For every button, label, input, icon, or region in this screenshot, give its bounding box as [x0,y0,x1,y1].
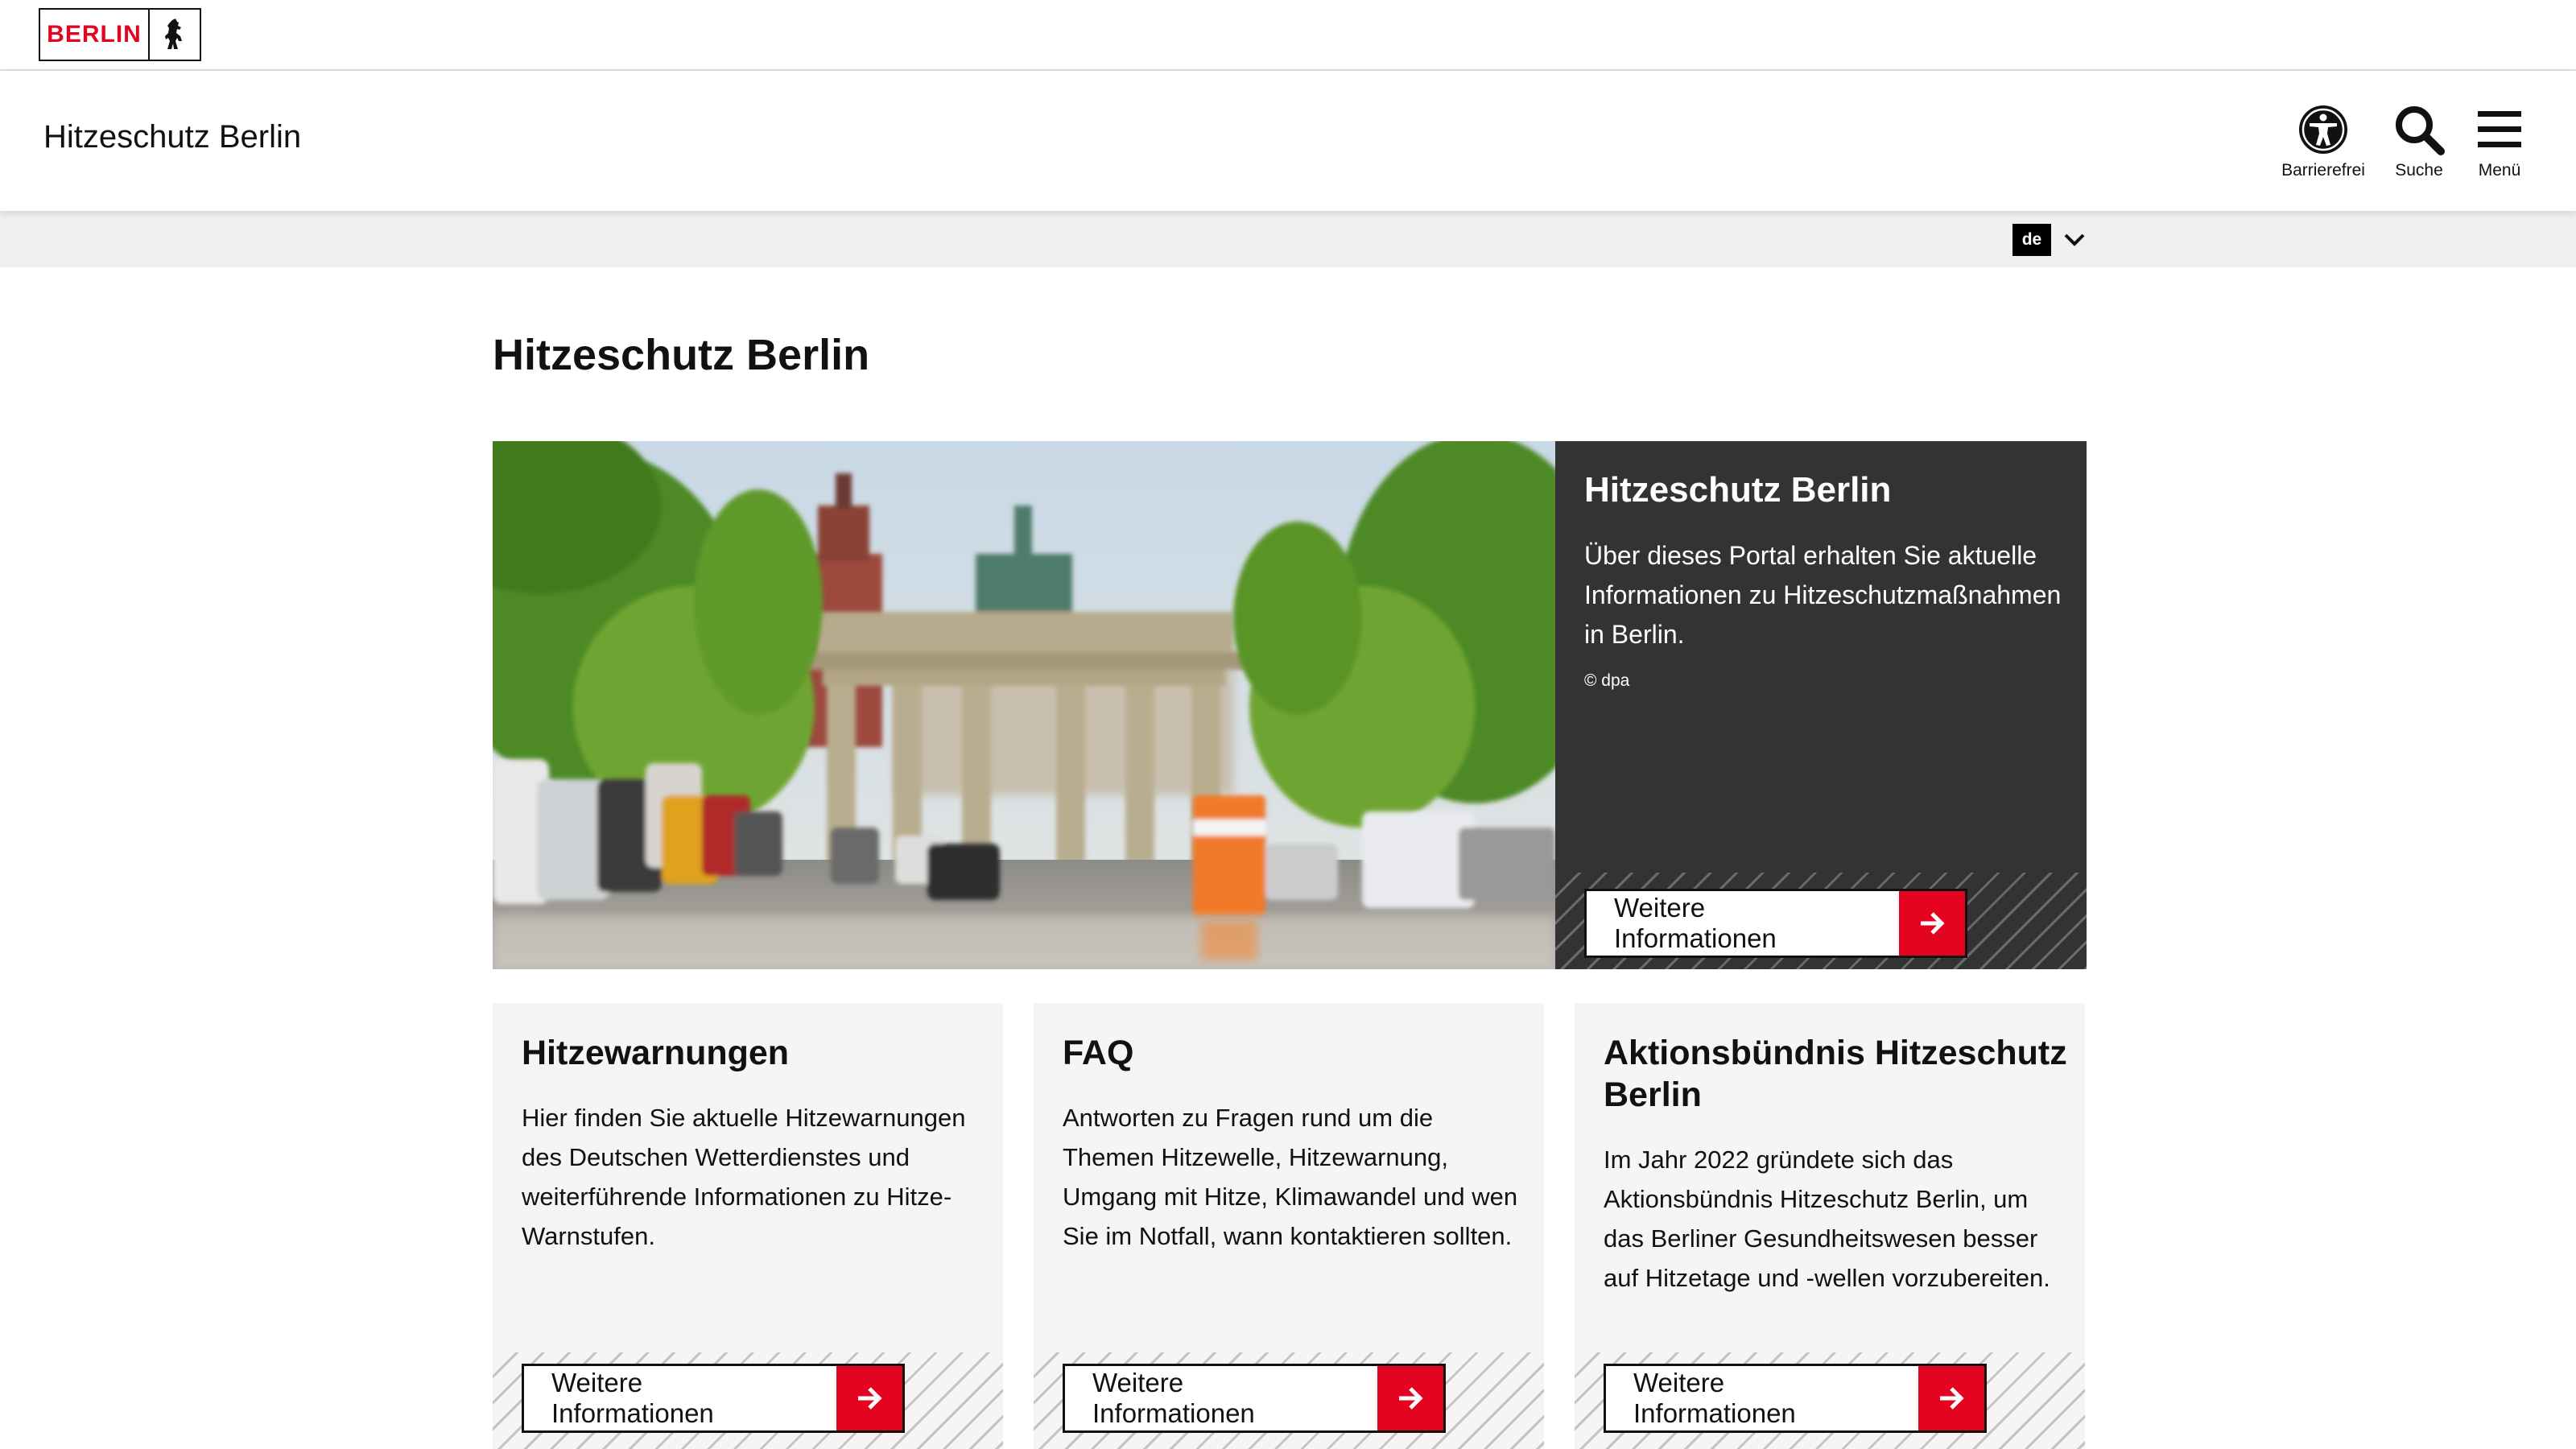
cta-label: Weitere Informationen [1633,1368,1796,1428]
search-button[interactable]: Suche [2383,103,2455,180]
card-title: Aktionsbündnis Hitzeschutz Berlin [1604,1034,2067,1114]
menu-label: Menü [2478,161,2521,180]
hero-more-info-button[interactable]: Weitere Informationen [1584,889,1967,958]
card-faq: FAQ Antworten zu Fragen rund um die Them… [1034,1003,1544,1449]
accessibility-icon [2299,105,2347,154]
language-selector[interactable]: de [2013,224,2087,256]
arrow-right-icon [836,1366,902,1430]
card-title: FAQ [1063,1034,1134,1072]
card-text: Hier finden Sie aktuelle Hitzewarnungen … [522,1104,966,1250]
chevron-down-icon [2064,233,2085,246]
site-title[interactable]: Hitzeschutz Berlin [43,119,301,155]
card-hitzewarnungen: Hitzewarnungen Hier finden Sie aktuelle … [493,1003,1003,1449]
arrow-right-icon [1899,891,1965,956]
language-code: de [2013,224,2051,256]
card-text: Im Jahr 2022 gründete sich das Aktionsbü… [1604,1146,2050,1292]
cta-label: Weitere Informationen [551,1368,714,1428]
berlin-logo[interactable]: BERLIN [39,8,201,61]
search-label: Suche [2395,161,2443,180]
cta-label: Weitere Informationen [1092,1368,1255,1428]
accessibility-button[interactable]: Barrierefrei [2275,103,2372,180]
search-icon [2396,106,2445,155]
hero-description: Über dieses Portal erhalten Sie aktuelle… [1584,541,2062,649]
cta-label: Weitere Informationen [1614,893,1777,953]
hero-image-brandenburg-gate [493,441,1555,969]
card-aktionsbuendnis: Aktionsbündnis Hitzeschutz Berlin Im Jah… [1575,1003,2085,1449]
logo-text: BERLIN [40,10,150,60]
image-credit: © dpa [1584,671,1630,690]
hero-panel: Hitzeschutz Berlin Über dieses Portal er… [1555,441,2087,969]
page-title: Hitzeschutz Berlin [493,331,870,379]
top-bar: BERLIN [0,0,2576,71]
card-text: Antworten zu Fragen rund um die Themen H… [1063,1104,1518,1250]
language-bar: de [0,211,2576,267]
card-title: Hitzewarnungen [522,1034,790,1072]
menu-button[interactable]: Menü [2463,103,2536,180]
hero-title: Hitzeschutz Berlin [1584,470,1892,510]
site-header: Hitzeschutz Berlin Barrierefrei Suche Me… [0,71,2576,211]
berlin-bear-icon [150,10,200,60]
hamburger-menu-icon [2478,111,2521,147]
card-more-info-button[interactable]: Weitere Informationen [1063,1364,1446,1433]
accessibility-label: Barrierefrei [2281,161,2365,180]
arrow-right-icon [1377,1366,1443,1430]
card-more-info-button[interactable]: Weitere Informationen [522,1364,905,1433]
arrow-right-icon [1918,1366,1984,1430]
hero-teaser: Hitzeschutz Berlin Über dieses Portal er… [493,441,2087,969]
card-more-info-button[interactable]: Weitere Informationen [1604,1364,1987,1433]
